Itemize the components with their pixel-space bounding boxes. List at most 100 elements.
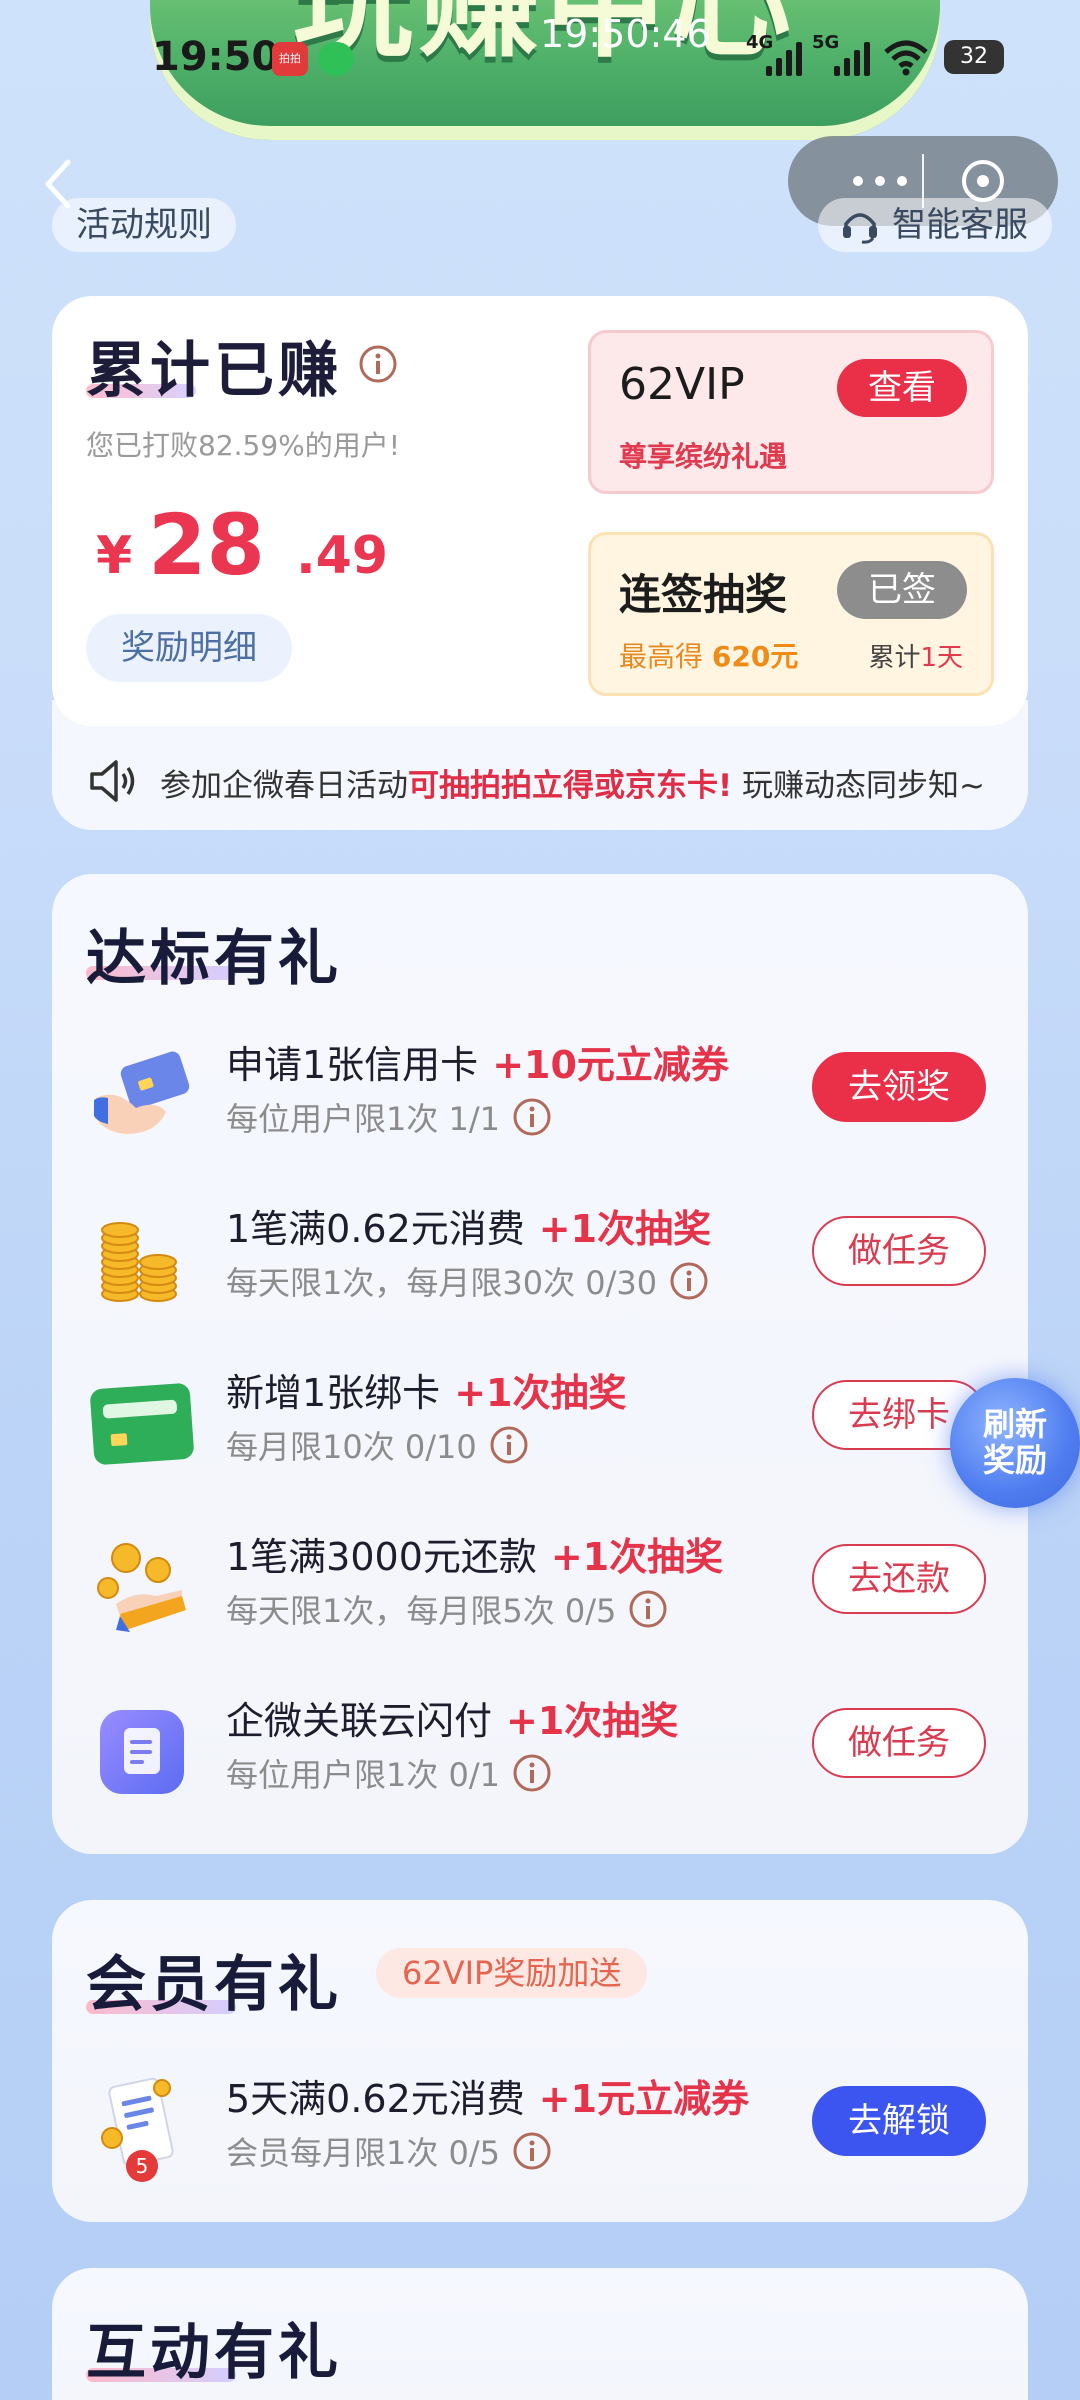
info-icon[interactable] xyxy=(512,1753,552,1793)
vip-name: 62VIP xyxy=(619,359,745,410)
vip-view-button[interactable]: 查看 xyxy=(837,359,967,417)
task-limit: 每位用户限1次 0/1 xyxy=(226,1750,552,1796)
green-card-icon xyxy=(90,1383,194,1465)
wechat-icon xyxy=(318,42,354,76)
task-title: 5天满0.62元消费 +1元立减券 xyxy=(226,2068,749,2123)
task-limit-text: 每位用户限1次 1/1 xyxy=(226,1100,501,1138)
earned-amount-integer: 28 xyxy=(148,496,265,594)
task-row-member-spend: 5 5天满0.62元消费 +1元立减券 会员每月限1次 0/5 去解锁 xyxy=(52,2056,1028,2186)
task-limit: 每天限1次，每月限5次 0/5 xyxy=(226,1586,668,1632)
standard-rewards-card: 达标有礼 申请1张信用卡 +10元立减券 每位用户限1次 1/1 去领奖 1笔满… xyxy=(52,874,1028,1854)
task-title-text: 1笔满3000元还款 xyxy=(226,1535,537,1579)
activity-rules-button[interactable]: 活动规则 xyxy=(52,198,236,252)
info-icon[interactable] xyxy=(489,1425,529,1465)
task-reward: +1次抽奖 xyxy=(538,1207,712,1251)
task-row-spend: 1笔满0.62元消费 +1次抽奖 每天限1次，每月限30次 0/30 做任务 xyxy=(52,1186,1028,1316)
refresh-label-line2: 奖励 xyxy=(982,1441,1047,1479)
task-title: 新增1张绑卡 +1次抽奖 xyxy=(226,1362,626,1417)
task-limit: 每位用户限1次 1/1 xyxy=(226,1094,552,1140)
headset-icon xyxy=(843,213,877,244)
earned-amount-decimal: .49 xyxy=(296,526,389,586)
task-badge-count: 5 xyxy=(136,2154,149,2178)
credit-card-hand-icon xyxy=(94,1051,190,1134)
task-limit: 会员每月限1次 0/5 xyxy=(226,2128,552,2174)
smart-service-label: 智能客服 xyxy=(892,205,1028,245)
do-task-button[interactable]: 做任务 xyxy=(812,1216,986,1286)
task-row-bind-card: 新增1张绑卡 +1次抽奖 每月限10次 0/10 去绑卡 xyxy=(52,1350,1028,1480)
sign-in-max-reward: 最高得 620元 xyxy=(619,635,798,675)
task-limit-text: 每月限10次 0/10 xyxy=(226,1428,477,1466)
task-title-text: 新增1张绑卡 xyxy=(226,1371,441,1415)
vip-bonus-tag: 62VIP奖励加送 xyxy=(376,1948,648,1998)
task-row-repayment: 1笔满3000元还款 +1次抽奖 每天限1次，每月限5次 0/5 去还款 xyxy=(52,1514,1028,1644)
do-task-button[interactable]: 做任务 xyxy=(812,1708,986,1778)
activity-rules-label: 活动规则 xyxy=(76,205,212,245)
signal-5g-icon xyxy=(834,40,870,76)
task-limit-text: 每天限1次，每月限30次 0/30 xyxy=(226,1264,658,1302)
member-rewards-card: 会员有礼 62VIP奖励加送 5 5天满0.62元消费 +1元立减券 会员每月限1… xyxy=(52,1900,1028,2222)
reward-detail-button[interactable]: 奖励明细 xyxy=(86,614,292,682)
member-rewards-title: 会员有礼 xyxy=(86,1950,342,2020)
notice-highlight: 可抽拍拍立得或京东卡! xyxy=(408,768,733,804)
task-title: 企微关联云闪付 +1次抽奖 xyxy=(226,1690,678,1745)
currency-symbol: ¥ xyxy=(96,526,133,586)
task-reward: +1元立减券 xyxy=(538,2077,750,2121)
document-app-icon xyxy=(100,1710,184,1794)
task-title: 1笔满3000元还款 +1次抽奖 xyxy=(226,1526,723,1581)
refresh-label-line1: 刷新 xyxy=(982,1405,1047,1443)
earnings-title: 累计已赚 xyxy=(86,336,342,406)
sign-in-max-value: 620元 xyxy=(711,640,799,673)
wifi-icon xyxy=(884,40,928,76)
speaker-icon xyxy=(90,760,135,802)
refresh-rewards-button[interactable]: 刷新 奖励 xyxy=(950,1378,1080,1508)
status-time: 19:50 xyxy=(152,34,280,80)
info-icon[interactable] xyxy=(512,1097,552,1137)
interactive-rewards-card: 互动有礼 xyxy=(52,2268,1028,2400)
vip-box[interactable]: 62VIP 查看 尊享缤纷礼遇 xyxy=(588,330,994,494)
unlock-button[interactable]: 去解锁 xyxy=(812,2086,986,2156)
status-bar: 19:50 拍拍 19:50:46 4G 5G 32 xyxy=(0,0,1080,110)
task-row-wecom-unionpay: 企微关联云闪付 +1次抽奖 每位用户限1次 0/1 做任务 xyxy=(52,1678,1028,1808)
coin-hand-icon xyxy=(97,1543,186,1632)
task-title-text: 企微关联云闪付 xyxy=(226,1699,493,1743)
notice-suffix: 玩赚动态同步知~ xyxy=(742,768,985,804)
info-icon[interactable] xyxy=(669,1261,709,1301)
repay-button[interactable]: 去还款 xyxy=(812,1544,986,1614)
info-icon[interactable] xyxy=(628,1589,668,1629)
task-limit-text: 每位用户限1次 0/1 xyxy=(226,1756,501,1794)
sign-in-max-prefix: 最高得 xyxy=(619,640,704,673)
paipai-app-icon-label: 拍拍 xyxy=(279,52,301,65)
earnings-card: 累计已赚 您已打败82.59%的用户! ¥ 28 .49 奖励明细 62VIP … xyxy=(52,296,1028,726)
interactive-rewards-title: 互动有礼 xyxy=(86,2318,342,2388)
smart-service-button[interactable]: 智能客服 xyxy=(818,198,1052,252)
sign-in-title: 连签抽奖 xyxy=(619,570,788,619)
task-limit-text: 每天限1次，每月限5次 0/5 xyxy=(226,1592,617,1630)
status-center-time: 19:50:46 xyxy=(540,12,711,56)
task-title-text: 5天满0.62元消费 xyxy=(226,2077,525,2121)
task-row-credit-card: 申请1张信用卡 +10元立减券 每位用户限1次 1/1 去领奖 xyxy=(52,1022,1028,1152)
signal-4g-icon xyxy=(766,40,802,76)
info-icon[interactable] xyxy=(512,2131,552,2171)
task-reward: +1次抽奖 xyxy=(454,1371,627,1415)
task-reward: +1次抽奖 xyxy=(550,1535,724,1579)
gold-coins-icon xyxy=(101,1222,177,1302)
info-icon[interactable] xyxy=(358,344,398,384)
task-limit: 每天限1次，每月限30次 0/30 xyxy=(226,1258,709,1304)
sign-in-lottery-box[interactable]: 连签抽奖 已签 最高得 620元 累计1天 xyxy=(588,532,994,696)
sign-in-total-prefix: 累计 xyxy=(868,643,921,673)
claim-reward-button[interactable]: 去领奖 xyxy=(812,1052,986,1122)
task-title-text: 1笔满0.62元消费 xyxy=(226,1207,525,1251)
signed-button[interactable]: 已签 xyxy=(837,561,967,619)
battery-icon: 32 xyxy=(944,40,1004,74)
task-reward: +10元立减券 xyxy=(492,1043,729,1087)
receipt-coin-icon: 5 xyxy=(101,2077,174,2182)
notice-text: 参加企微春日活动可抽拍拍立得或京东卡! 玩赚动态同步知~ xyxy=(160,760,985,805)
task-reward: +1次抽奖 xyxy=(506,1699,679,1743)
notice-prefix: 参加企微春日活动 xyxy=(160,768,408,804)
task-title: 1笔满0.62元消费 +1次抽奖 xyxy=(226,1198,711,1253)
paipai-app-icon: 拍拍 xyxy=(272,42,308,76)
notice-bar[interactable]: 参加企微春日活动可抽拍拍立得或京东卡! 玩赚动态同步知~ xyxy=(52,730,1028,830)
beat-percentage-text: 您已打败82.59%的用户! xyxy=(86,429,400,462)
task-title-text: 申请1张信用卡 xyxy=(226,1043,479,1087)
sign-in-total: 累计1天 xyxy=(868,637,963,674)
